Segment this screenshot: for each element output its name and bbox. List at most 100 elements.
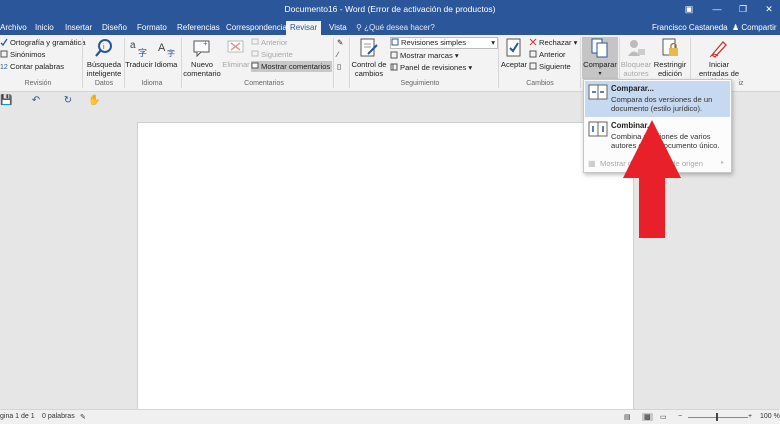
reviewing-pane-label: Panel de revisiones	[400, 63, 467, 72]
tab-revisar[interactable]: Revisar	[286, 21, 322, 35]
user-name[interactable]: Francisco Castaneda	[652, 21, 728, 35]
reject-button[interactable]: Rechazar ▾	[529, 37, 577, 48]
language-label: Idioma	[154, 60, 178, 69]
word-count-icon: 123	[0, 64, 8, 70]
ribbon-tab-bar: Archivo Inicio Insertar Diseño Formato R…	[0, 20, 780, 35]
show-comments-button[interactable]: Mostrar comentarios	[251, 61, 333, 72]
group-label-seguimiento: Seguimiento	[400, 80, 440, 87]
zoom-slider-handle[interactable]	[716, 413, 718, 421]
print-layout-icon[interactable]: ▩	[642, 413, 653, 421]
svg-text:A: A	[158, 42, 166, 54]
compare-button[interactable]: Comparar ▾	[582, 37, 618, 79]
translate-button[interactable]: a字 Traducir	[125, 37, 153, 70]
tab-formato[interactable]: Formato	[133, 21, 171, 35]
accept-label: Aceptar	[500, 60, 528, 69]
next-comment-button[interactable]: Siguiente	[251, 49, 293, 60]
lightbulb-icon: ⚲	[356, 23, 362, 32]
previous-comment-button[interactable]: Anterior	[251, 37, 288, 48]
touch-mode-icon[interactable]: ✋	[88, 95, 100, 107]
redo-icon[interactable]: ↻	[62, 95, 74, 107]
close-button[interactable]: ✕	[761, 2, 777, 16]
zoom-in-icon[interactable]: +	[748, 413, 752, 420]
chevron-down-icon: ▾	[573, 38, 578, 47]
previous-change-icon	[529, 50, 537, 58]
word-count-button[interactable]: 123Contar palabras	[0, 61, 64, 72]
person-icon: ♟	[732, 23, 740, 32]
ink-eraser-icon[interactable]: ▯	[337, 61, 341, 72]
svg-text:+: +	[203, 39, 208, 48]
zoom-out-icon[interactable]: −	[678, 413, 682, 420]
tab-vista[interactable]: Vista	[325, 21, 351, 35]
delete-comment-icon	[227, 40, 244, 53]
tab-insertar[interactable]: Insertar	[61, 21, 96, 35]
next-change-button[interactable]: Siguiente	[529, 61, 571, 72]
smart-lookup-button[interactable]: i Búsqueda inteligente	[85, 37, 123, 78]
thesaurus-button[interactable]: Sinónimos	[0, 49, 45, 60]
undo-icon[interactable]: ↶	[30, 95, 42, 107]
track-changes-label: Control de cambios	[351, 60, 387, 78]
reviewing-pane-button[interactable]: Panel de revisiones ▾	[390, 62, 472, 73]
compare-label: Comparar	[583, 60, 617, 69]
tell-me-box[interactable]: ⚲ ¿Qué desea hacer?	[356, 21, 435, 35]
markup-icon	[391, 38, 399, 46]
svg-text:字: 字	[167, 48, 175, 58]
restore-button[interactable]: ❐	[735, 2, 751, 16]
block-authors-button[interactable]: Bloquear autores	[620, 37, 652, 78]
next-change-label: Siguiente	[539, 62, 571, 71]
tab-diseno[interactable]: Diseño	[98, 21, 131, 35]
ink-line-icon[interactable]: ∕	[337, 49, 338, 60]
save-icon[interactable]: 💾	[0, 95, 12, 107]
read-mode-icon[interactable]: ▤	[624, 413, 631, 421]
compare-menu-item-compare[interactable]: Comparar... Compara dos versiones de un …	[585, 81, 730, 117]
ribbon-display-options-icon[interactable]: ▣	[681, 2, 697, 16]
group-separator	[333, 38, 334, 88]
ink-pen-icon[interactable]: ✎	[337, 37, 343, 48]
markup-view-select[interactable]: Revisiones simples ▾	[390, 37, 498, 49]
reject-icon	[529, 38, 537, 46]
accept-icon	[506, 38, 521, 57]
new-comment-icon: +	[193, 39, 210, 58]
magnifier-icon: i	[95, 39, 112, 57]
tab-referencias[interactable]: Referencias	[173, 21, 224, 35]
smart-lookup-label: Búsqueda inteligente	[86, 60, 122, 78]
delete-comment-label: Eliminar	[222, 60, 250, 69]
next-change-icon	[529, 62, 537, 70]
word-count-status[interactable]: 0 palabras	[42, 413, 75, 420]
previous-change-button[interactable]: Anterior	[529, 49, 566, 60]
title-bar: Documento16 - Word (Error de activación …	[0, 0, 780, 20]
tab-archivo[interactable]: Archivo	[0, 21, 31, 35]
tab-correspondencia[interactable]: Correspondencia	[222, 21, 291, 35]
group-label-cambios: Cambios	[526, 80, 554, 87]
language-button[interactable]: A字 Idioma	[153, 37, 179, 70]
zoom-slider[interactable]	[688, 417, 748, 418]
group-separator	[580, 38, 581, 88]
proofing-icon[interactable]: ✎	[80, 413, 86, 421]
zoom-level[interactable]: 100 %	[760, 413, 780, 420]
tab-inicio[interactable]: Inicio	[31, 21, 58, 35]
spellcheck-icon	[0, 38, 8, 46]
compare-icon	[591, 38, 608, 58]
share-button[interactable]: ♟ Compartir	[732, 21, 777, 35]
restrict-editing-button[interactable]: Restringir edición	[652, 37, 688, 78]
language-icon: A字	[158, 42, 175, 58]
accept-button[interactable]: Aceptar	[500, 37, 528, 70]
group-label-idioma: Idioma	[141, 80, 163, 87]
minimize-button[interactable]: —	[709, 2, 725, 16]
delete-comment-button[interactable]: Eliminar	[222, 37, 250, 70]
spelling-grammar-button[interactable]: Ortografía y gramática	[0, 37, 86, 48]
share-label: Compartir	[741, 23, 777, 32]
track-changes-button[interactable]: Control de cambios	[350, 37, 388, 78]
svg-text:123: 123	[0, 64, 8, 70]
restrict-editing-label: Restringir edición	[653, 60, 687, 78]
track-changes-icon	[360, 38, 378, 57]
document-page[interactable]	[137, 122, 634, 411]
block-authors-label: Bloquear autores	[620, 60, 652, 78]
group-label-comentarios: Comentarios	[244, 80, 284, 87]
new-comment-button[interactable]: + Nuevo comentario	[182, 37, 222, 78]
web-layout-icon[interactable]: ▭	[660, 413, 667, 421]
show-markup-button[interactable]: Mostrar marcas ▾	[390, 50, 459, 61]
markup-view-value: Revisiones simples	[401, 38, 466, 47]
page-count[interactable]: gina 1 de 1	[0, 413, 35, 420]
svg-text:a: a	[130, 40, 136, 51]
compare-item-description: Compara dos versiones de un documento (e…	[611, 95, 713, 113]
